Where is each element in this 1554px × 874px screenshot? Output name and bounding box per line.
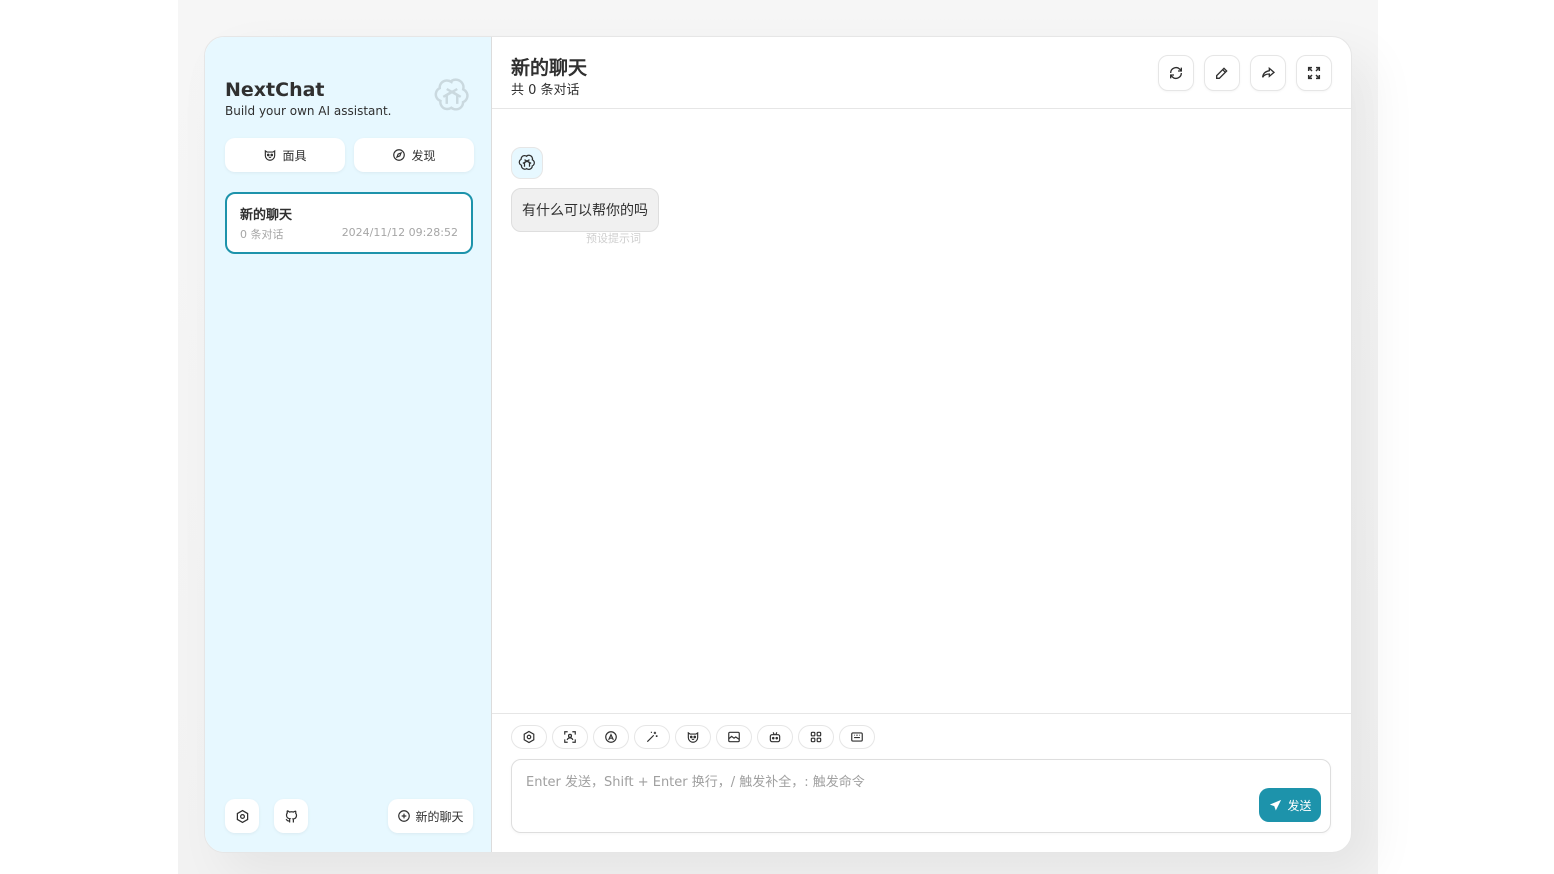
input-panel: 发送 [492,713,1351,852]
discover-button[interactable]: 发现 [354,138,474,172]
image-icon [728,731,740,743]
openai-logo-icon [518,154,535,170]
discover-icon [393,149,406,161]
github-icon [285,809,297,822]
magic-icon [646,731,658,743]
chat-input[interactable] [512,760,1330,832]
github-button[interactable] [274,799,308,833]
chat-item-time: 2024/11/12 09:28:52 [341,226,458,239]
edit-button[interactable] [1204,55,1240,91]
chat-list-item[interactable]: 新的聊天 0 条对话 2024/11/12 09:28:52 [225,192,473,254]
brand-title: NextChat [225,79,325,101]
mask-icon [265,149,276,161]
tool-mask-button[interactable] [675,725,711,749]
share-icon [1262,66,1276,78]
chat-input-box: 发送 [511,759,1331,833]
sidebar: NextChat Build your own AI assistant. 面具… [205,37,492,852]
send-icon [1270,799,1282,810]
shortcut-icon [851,732,863,742]
add-icon [398,810,411,822]
tool-robot-button[interactable] [757,725,793,749]
message-hint: 预设提示词 [586,232,641,245]
reload-icon [1170,67,1182,79]
mask-icon [687,731,699,743]
fullscreen-button[interactable] [1296,55,1332,91]
share-button[interactable] [1250,55,1286,91]
chat-main: 新的聊天 共 0 条对话 有什么可以帮你的吗 预设提示词 Enter 发送，Sh… [492,37,1351,852]
send-button-label: 发送 [1287,798,1312,813]
chat-item-count: 0 条对话 [240,228,284,241]
openai-logo-icon [434,78,469,111]
tool-plugin-button[interactable] [798,725,834,749]
robot-icon [769,732,781,743]
assistant-message: 有什么可以帮你的吗 [511,188,659,232]
chat-header: 新的聊天 共 0 条对话 [492,37,1351,109]
brand-subtitle: Build your own AI assistant. [225,104,392,118]
fullscreen-icon [1307,66,1321,80]
tool-scan-button[interactable] [552,725,588,749]
app-window: NextChat Build your own AI assistant. 面具… [204,36,1352,853]
tool-image-button[interactable] [716,725,752,749]
settings-icon [523,730,535,744]
discover-button-label: 发现 [411,148,436,163]
model-icon [605,731,617,743]
edit-icon [1216,67,1228,79]
chat-title[interactable]: 新的聊天 [511,53,587,80]
tool-model-button[interactable] [593,725,629,749]
reload-button[interactable] [1158,55,1194,91]
new-chat-button[interactable]: 新的聊天 [388,799,473,833]
chat-subtitle: 共 0 条对话 [511,83,580,98]
tool-shortcut-button[interactable] [839,725,875,749]
send-button[interactable]: 发送 [1259,788,1321,822]
settings-icon [236,809,248,823]
mask-button-label: 面具 [282,148,307,163]
tool-settings-button[interactable] [511,725,547,749]
scan-icon [564,731,576,743]
mask-button[interactable]: 面具 [225,138,345,172]
chat-toolbar [511,725,875,749]
plugin-icon [810,731,822,743]
assistant-avatar [511,147,543,179]
new-chat-label: 新的聊天 [415,809,464,824]
settings-button[interactable] [225,799,259,833]
chat-item-title: 新的聊天 [240,208,293,223]
tool-magic-button[interactable] [634,725,670,749]
